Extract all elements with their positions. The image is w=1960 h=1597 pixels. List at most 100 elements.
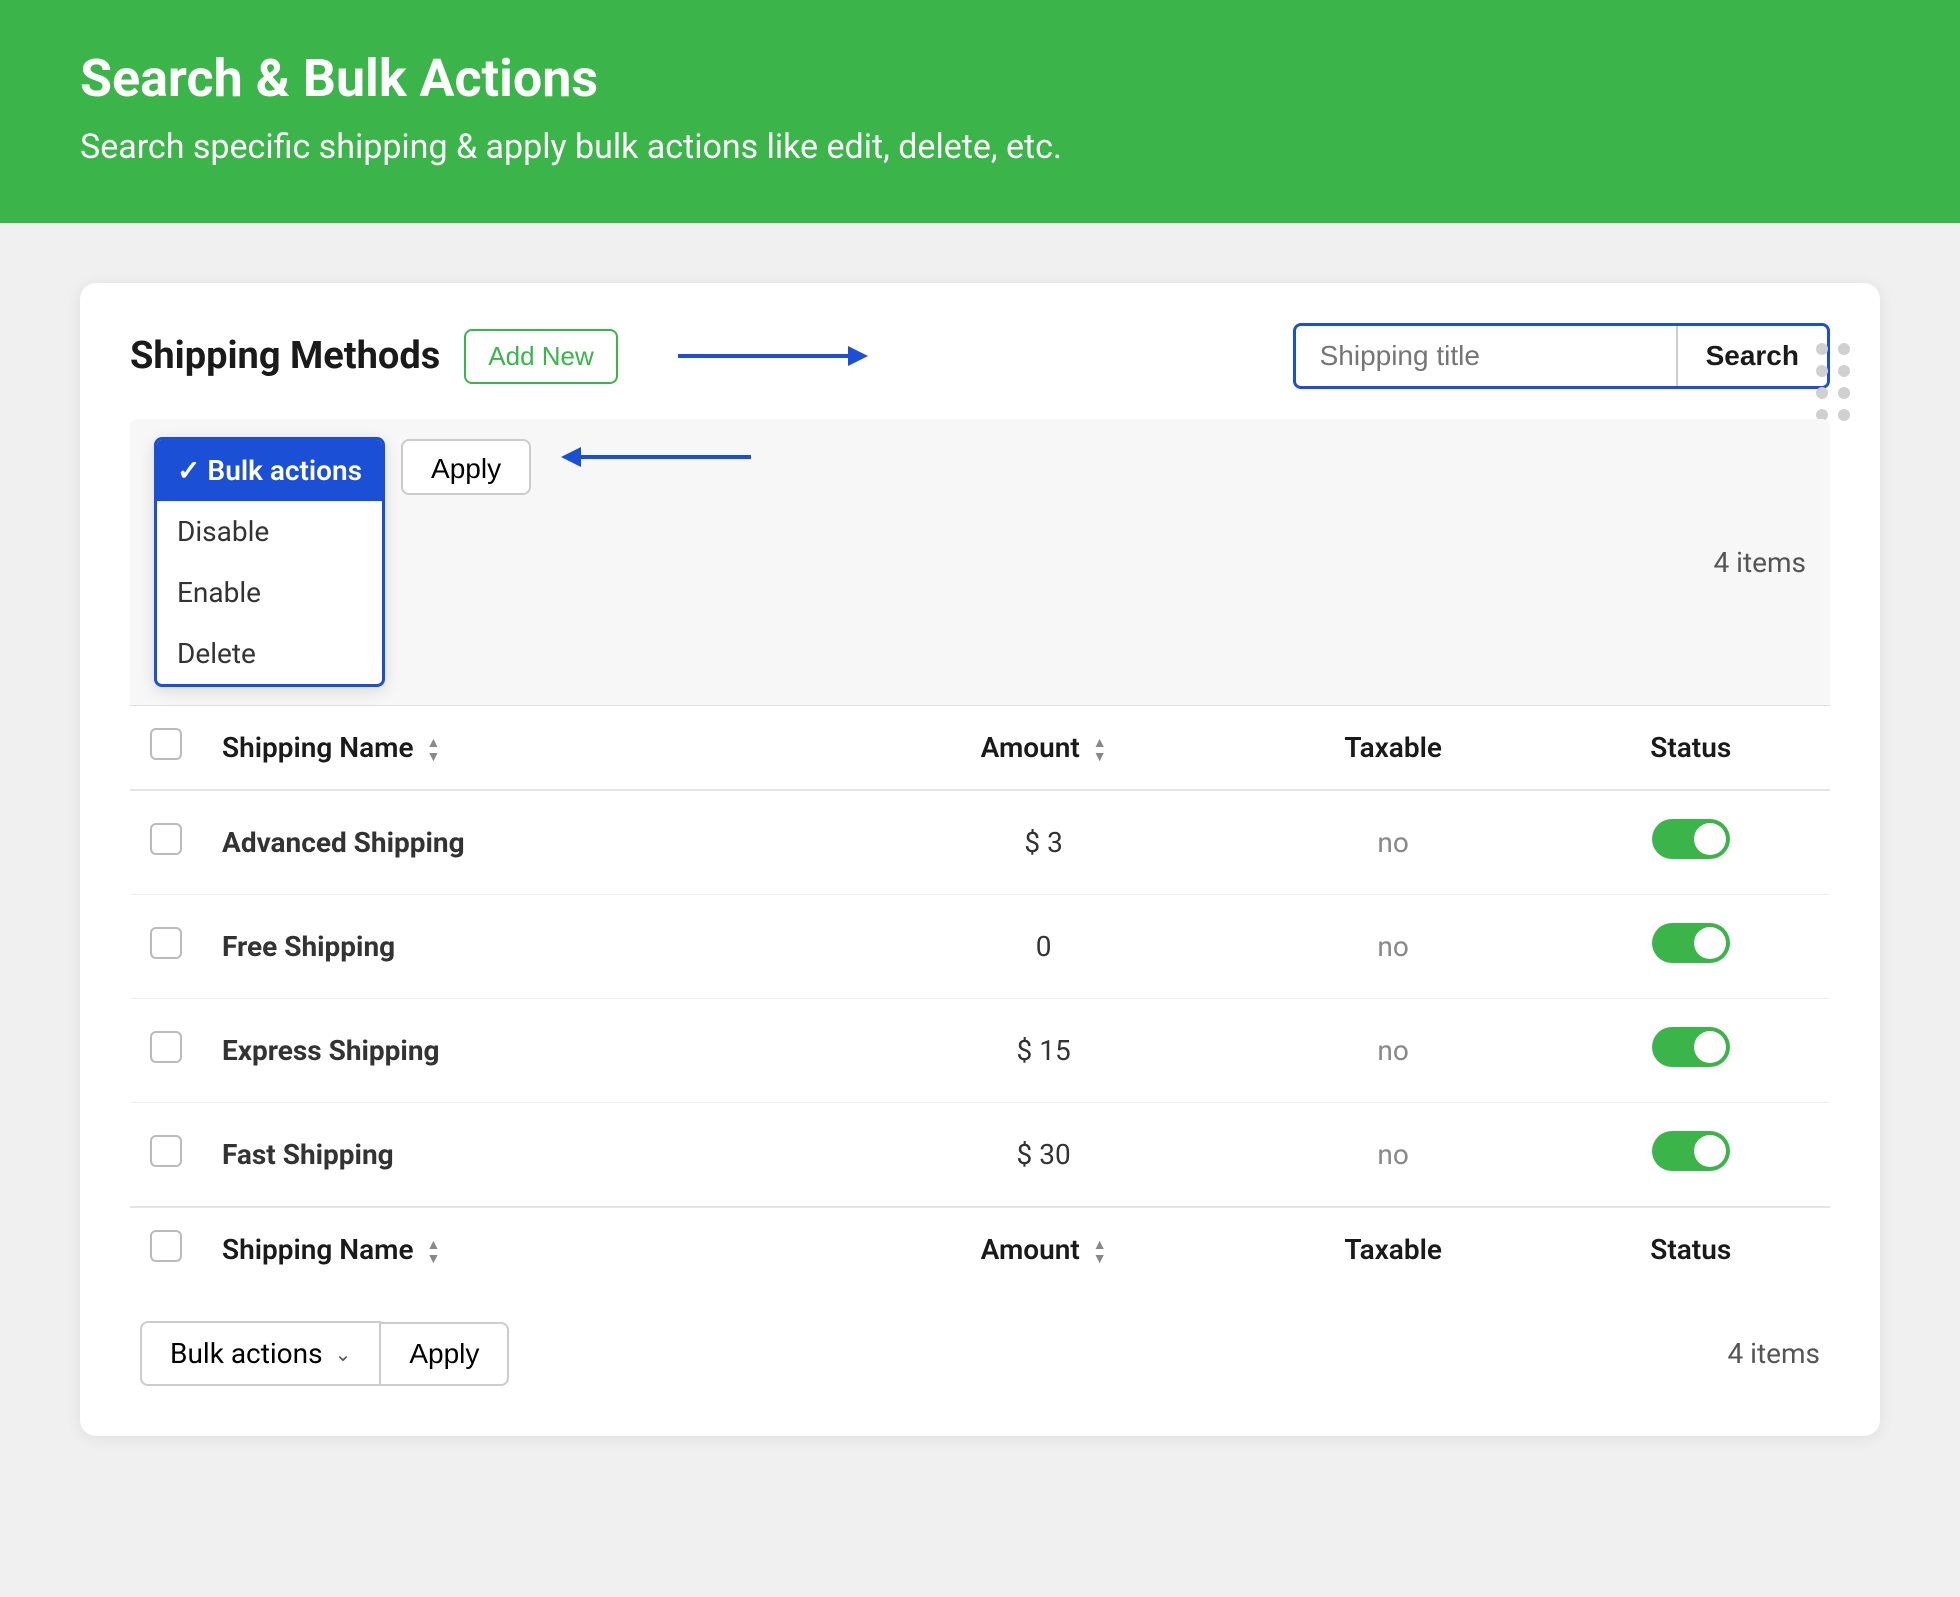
- footer-amount-sort-icon[interactable]: [1093, 1238, 1107, 1266]
- row-status-cell: [1552, 999, 1831, 1103]
- dot: [1838, 409, 1850, 421]
- row-taxable-cell: no: [1235, 999, 1552, 1103]
- row-name-cell: Advanced Shipping: [202, 790, 853, 895]
- row-checkbox-cell: [130, 895, 202, 999]
- row-taxable-cell: no: [1235, 790, 1552, 895]
- row-name-cell: Fast Shipping: [202, 1103, 853, 1208]
- dot: [1838, 343, 1850, 355]
- footer-select-all-checkbox[interactable]: [150, 1230, 182, 1262]
- status-col-header: Status: [1552, 706, 1831, 790]
- page-subtitle: Search specific shipping & apply bulk ac…: [80, 127, 1880, 167]
- table-footer-row: Shipping Name Amount Taxable Status: [130, 1207, 1830, 1291]
- footer-amount-col: Amount: [853, 1207, 1235, 1291]
- row-amount: $ 30: [1017, 1138, 1071, 1171]
- row-name-cell: Free Shipping: [202, 895, 853, 999]
- row-taxable: no: [1377, 826, 1408, 859]
- row-checkbox-cell: [130, 999, 202, 1103]
- bottom-items-count: 4 items: [1727, 1337, 1820, 1370]
- row-status-toggle[interactable]: [1652, 819, 1730, 859]
- bulk-actions-dropdown[interactable]: ✓ Bulk actions Disable Enable Delete: [154, 437, 385, 687]
- table-header-row: Shipping Name Amount Taxable Status: [130, 706, 1830, 790]
- bulk-option-delete[interactable]: Delete: [157, 623, 382, 684]
- page-title: Search & Bulk Actions: [80, 48, 1880, 109]
- table-row: Free Shipping 0 no: [130, 895, 1830, 999]
- table-row: Fast Shipping $ 30 no: [130, 1103, 1830, 1208]
- row-status-toggle[interactable]: [1652, 1027, 1730, 1067]
- page-header: Search & Bulk Actions Search specific sh…: [0, 0, 1960, 223]
- dots-decoration: [1816, 343, 1850, 421]
- table-row: Express Shipping $ 15 no: [130, 999, 1830, 1103]
- row-taxable: no: [1377, 930, 1408, 963]
- amount-col-header: Amount: [853, 706, 1235, 790]
- bottom-apply-button[interactable]: Apply: [381, 1322, 509, 1386]
- table-row: Advanced Shipping $ 3 no: [130, 790, 1830, 895]
- toggle-knob: [1694, 927, 1726, 959]
- add-new-button[interactable]: Add New: [464, 329, 618, 384]
- checkbox-col-header: [130, 706, 202, 790]
- bulk-option-disable[interactable]: Disable: [157, 501, 382, 562]
- row-status-toggle[interactable]: [1652, 923, 1730, 963]
- chevron-down-icon: ⌄: [335, 1342, 352, 1366]
- card-header-row: Shipping Methods Add New Search: [130, 323, 1830, 389]
- footer-taxable-col: Taxable: [1235, 1207, 1552, 1291]
- row-status-cell: [1552, 790, 1831, 895]
- row-status-toggle[interactable]: [1652, 1131, 1730, 1171]
- footer-name-sort-icon[interactable]: [427, 1238, 441, 1266]
- select-all-checkbox[interactable]: [150, 728, 182, 760]
- dot: [1838, 387, 1850, 399]
- bulk-actions-selected[interactable]: ✓ Bulk actions: [157, 440, 382, 501]
- row-amount: $ 3: [1024, 826, 1062, 859]
- row-amount-cell: 0: [853, 895, 1235, 999]
- bulk-actions-container: ✓ Bulk actions Disable Enable Delete App…: [154, 437, 751, 687]
- main-content: Shipping Methods Add New Search ✓ Bulk a…: [0, 223, 1960, 1597]
- row-taxable: no: [1377, 1034, 1408, 1067]
- footer-checkbox-col: [130, 1207, 202, 1291]
- row-taxable-cell: no: [1235, 1103, 1552, 1208]
- row-name: Free Shipping: [222, 930, 395, 963]
- row-checkbox-cell: [130, 1103, 202, 1208]
- bulk-apply-button[interactable]: Apply: [401, 439, 531, 495]
- dot: [1816, 343, 1828, 355]
- row-checkbox[interactable]: [150, 1135, 182, 1167]
- toolbar-row: ✓ Bulk actions Disable Enable Delete App…: [130, 419, 1830, 706]
- dot: [1816, 387, 1828, 399]
- row-amount-cell: $ 3: [853, 790, 1235, 895]
- row-name: Fast Shipping: [222, 1138, 394, 1171]
- bulk-arrow: [551, 437, 751, 477]
- toggle-knob: [1694, 1135, 1726, 1167]
- footer-name-col: Shipping Name: [202, 1207, 853, 1291]
- bulk-option-enable[interactable]: Enable: [157, 562, 382, 623]
- taxable-col-header: Taxable: [1235, 706, 1552, 790]
- search-button[interactable]: Search: [1676, 326, 1827, 386]
- row-checkbox-cell: [130, 790, 202, 895]
- name-sort-icon[interactable]: [427, 736, 441, 764]
- row-name: Advanced Shipping: [222, 826, 465, 859]
- amount-sort-icon[interactable]: [1093, 736, 1107, 764]
- row-amount-cell: $ 30: [853, 1103, 1235, 1208]
- row-amount: $ 15: [1017, 1034, 1071, 1067]
- bottom-bulk-actions-button[interactable]: Bulk actions ⌄: [140, 1321, 381, 1386]
- items-count: 4 items: [1713, 546, 1806, 579]
- footer-status-col: Status: [1552, 1207, 1831, 1291]
- row-name-cell: Express Shipping: [202, 999, 853, 1103]
- row-checkbox[interactable]: [150, 823, 182, 855]
- card-title: Shipping Methods: [130, 334, 440, 378]
- search-area: Search: [1293, 323, 1830, 389]
- row-checkbox[interactable]: [150, 1031, 182, 1063]
- row-name: Express Shipping: [222, 1034, 440, 1067]
- row-taxable-cell: no: [1235, 895, 1552, 999]
- row-status-cell: [1552, 1103, 1831, 1208]
- toggle-knob: [1694, 1031, 1726, 1063]
- toggle-knob: [1694, 823, 1726, 855]
- row-amount: 0: [1036, 930, 1052, 963]
- dot: [1816, 365, 1828, 377]
- row-taxable: no: [1377, 1138, 1408, 1171]
- bottom-bulk-actions-group: Bulk actions ⌄ Apply: [140, 1321, 509, 1386]
- bottom-toolbar: Bulk actions ⌄ Apply 4 items: [130, 1321, 1830, 1386]
- row-status-cell: [1552, 895, 1831, 999]
- dot: [1838, 365, 1850, 377]
- name-col-header: Shipping Name: [202, 706, 853, 790]
- search-input[interactable]: [1296, 326, 1676, 386]
- shipping-methods-card: Shipping Methods Add New Search ✓ Bulk a…: [80, 283, 1880, 1436]
- row-checkbox[interactable]: [150, 927, 182, 959]
